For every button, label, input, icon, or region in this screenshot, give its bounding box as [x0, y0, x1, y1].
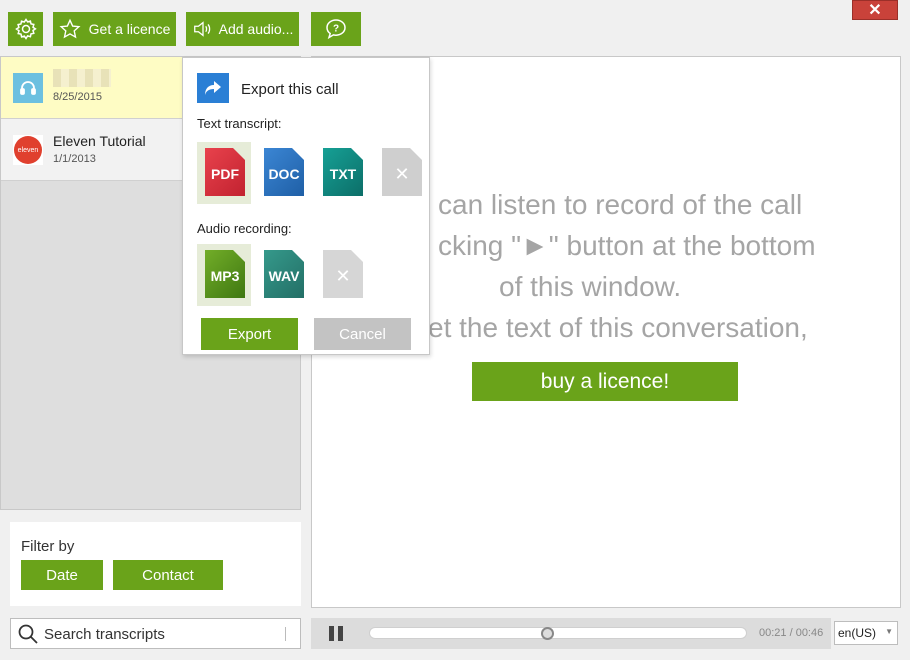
- add-audio-label: Add audio...: [218, 21, 294, 37]
- call-name: Eleven Tutorial: [53, 133, 146, 149]
- export-title: Export this call: [241, 81, 339, 98]
- headset-icon: [13, 73, 43, 103]
- filter-title: Filter by: [21, 538, 75, 555]
- filter-panel: Filter by Date Contact: [10, 522, 301, 606]
- info-line-1: can listen to record of the call: [438, 189, 803, 220]
- get-licence-button[interactable]: Get a licence: [53, 12, 176, 46]
- time-readout: 00:21 / 00:46: [759, 627, 824, 639]
- search-divider: [285, 627, 286, 641]
- filter-contact-button[interactable]: Contact: [113, 560, 223, 590]
- pdf-format-icon[interactable]: PDF: [205, 148, 245, 196]
- seek-thumb[interactable]: [541, 627, 554, 640]
- share-arrow-icon: [197, 73, 229, 103]
- cancel-button[interactable]: Cancel: [314, 318, 411, 350]
- question-bubble-icon: ?: [326, 19, 346, 40]
- svg-text:?: ?: [333, 24, 339, 35]
- call-date: 8/25/2015: [53, 91, 102, 103]
- help-button[interactable]: ?: [311, 12, 361, 46]
- call-name-redacted: [53, 69, 111, 87]
- buy-licence-button[interactable]: buy a licence!: [472, 362, 738, 401]
- search-input[interactable]: Search transcripts: [10, 618, 301, 649]
- doc-format-icon[interactable]: DOC: [264, 148, 304, 196]
- info-line-3: of this window.: [499, 271, 682, 302]
- get-licence-label: Get a licence: [88, 21, 171, 37]
- search-icon: [18, 624, 38, 644]
- text-transcript-label: Text transcript:: [197, 116, 282, 131]
- search-placeholder: Search transcripts: [44, 626, 165, 643]
- audio-player: 00:21 / 00:46: [311, 618, 831, 649]
- language-select[interactable]: en(US) ▼: [834, 621, 898, 645]
- star-icon: [59, 18, 81, 39]
- add-audio-button[interactable]: Add audio...: [186, 12, 299, 46]
- settings-button[interactable]: [8, 12, 43, 46]
- mp3-format-icon[interactable]: MP3: [205, 250, 245, 298]
- info-line-4: et the text of this conversation,: [428, 312, 808, 343]
- filter-date-button[interactable]: Date: [21, 560, 103, 590]
- txt-format-icon[interactable]: TXT: [323, 148, 363, 196]
- seek-bar[interactable]: [369, 627, 747, 640]
- export-popup: Export this call Text transcript: PDF DO…: [182, 57, 430, 355]
- gear-icon: [14, 18, 37, 40]
- wav-format-icon[interactable]: WAV: [264, 250, 304, 298]
- eleven-logo: eleven: [13, 135, 43, 165]
- audio-recording-label: Audio recording:: [197, 221, 292, 236]
- window-close-button[interactable]: ✕: [852, 0, 898, 20]
- close-icon: ✕: [868, 2, 882, 19]
- speaker-icon: [193, 21, 210, 37]
- no-text-format-icon[interactable]: ✕: [382, 148, 422, 196]
- info-line-2: cking "►" button at the bottom: [438, 230, 816, 261]
- eleven-logo-badge: eleven: [14, 136, 42, 164]
- chevron-down-icon: ▼: [885, 627, 893, 636]
- pause-icon[interactable]: [329, 626, 345, 641]
- call-date: 1/1/2013: [53, 153, 96, 165]
- export-button[interactable]: Export: [201, 318, 298, 350]
- language-value: en(US): [838, 626, 877, 640]
- no-audio-format-icon[interactable]: ✕: [323, 250, 363, 298]
